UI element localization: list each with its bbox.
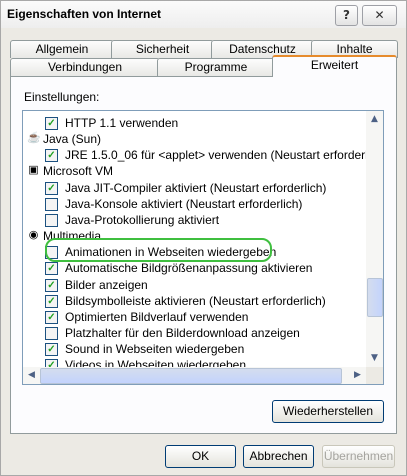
option-label: Platzhalter für den Bilderdownload anzei…	[65, 325, 300, 340]
checkbox-checked[interactable]: ✓	[45, 294, 58, 308]
help-button[interactable]: ?	[335, 5, 358, 26]
tab-erweitert[interactable]: Erweitert	[272, 55, 397, 77]
group-label: Microsoft VM	[43, 164, 114, 179]
settings-option[interactable]: Java-Protokollierung aktiviert	[23, 212, 363, 228]
checkbox-unchecked[interactable]	[45, 197, 58, 211]
settings-option[interactable]: ✓ Automatische Bildgrößenanpassung aktivi…	[23, 260, 363, 276]
settings-option[interactable]: Java-Konsole aktiviert (Neustart erforde…	[23, 196, 363, 212]
tab-allgemein[interactable]: Allgemein	[10, 40, 114, 58]
settings-option[interactable]: ✓ Java JIT-Compiler aktiviert (Neustart e…	[23, 180, 363, 196]
settings-option[interactable]: ✓ Sound in Webseiten wiedergeben	[23, 341, 363, 357]
internet-properties-window: Eigenschaften von Internet ? ✕ Allgemein…	[0, 0, 407, 476]
ok-button[interactable]: OK	[165, 445, 236, 468]
group-label: Java (Sun)	[43, 132, 102, 147]
checkbox-checked[interactable]: ✓	[45, 149, 58, 163]
cancel-button[interactable]: Abbrechen	[243, 445, 314, 468]
settings-option[interactable]: ✓ Optimierten Bildverlauf verwenden	[23, 309, 363, 325]
option-label: Java-Protokollierung aktiviert	[65, 212, 220, 227]
multimedia-icon: ◉	[28, 229, 39, 242]
settings-group: ☕ Java (Sun)	[23, 131, 363, 147]
settings-option[interactable]: ✓ HTTP 1.1 verwenden	[23, 115, 363, 131]
tab-programme[interactable]: Programme	[157, 58, 275, 76]
checkbox-checked[interactable]: ✓	[45, 343, 58, 357]
settings-option[interactable]: ✓ Bilder anzeigen	[23, 277, 363, 293]
restore-defaults-button[interactable]: Wiederherstellen	[272, 400, 384, 423]
option-label: Bildsymbolleiste aktivieren (Neustart er…	[65, 293, 326, 308]
option-label: JRE 1.5.0_06 für <applet> verwenden (Neu…	[65, 148, 384, 163]
checkbox-checked[interactable]: ✓	[45, 117, 58, 130]
option-label: Sound in Webseiten wiedergeben	[65, 342, 245, 357]
settings-option[interactable]: ✓ JRE 1.5.0_06 für <applet> verwenden (Ne…	[23, 147, 383, 163]
option-label: Bilder anzeigen	[65, 277, 148, 292]
scroll-thumb[interactable]	[367, 278, 383, 317]
checkbox-checked[interactable]: ✓	[45, 278, 58, 292]
vertical-scrollbar[interactable]: ▲ ▼	[366, 111, 383, 367]
highlight-annotation	[45, 238, 272, 262]
title-bar[interactable]: Eigenschaften von Internet ? ✕	[1, 1, 406, 28]
option-label: Optimierten Bildverlauf verwenden	[65, 309, 249, 324]
settings-option[interactable]: Platzhalter für den Bilderdownload anzei…	[23, 325, 363, 341]
checkbox-checked[interactable]: ✓	[45, 262, 58, 276]
option-label: Automatische Bildgrößenanpassung aktivie…	[65, 261, 313, 276]
checkbox-checked[interactable]: ✓	[45, 181, 58, 195]
window-title: Eigenschaften von Internet	[7, 7, 162, 21]
checkbox-checked[interactable]: ✓	[45, 310, 58, 324]
horizontal-scrollbar[interactable]: ◀ ▶	[23, 367, 366, 384]
checkbox-unchecked[interactable]	[45, 213, 58, 227]
horizontal-scroll-thumb[interactable]	[40, 368, 342, 384]
option-label: Java JIT-Compiler aktiviert (Neustart er…	[65, 180, 327, 195]
scroll-down-icon[interactable]: ▼	[366, 350, 383, 367]
scroll-right-icon[interactable]: ▶	[349, 367, 366, 384]
settings-option[interactable]: ✓ Bildsymbolleiste aktivieren (Neustart e…	[23, 293, 363, 309]
option-label: HTTP 1.1 verwenden	[65, 116, 179, 130]
tab-verbindungen[interactable]: Verbindungen	[10, 58, 160, 76]
settings-group: ▣ Microsoft VM	[23, 163, 363, 179]
java-icon: ☕	[27, 132, 41, 145]
apply-button[interactable]: Übernehmen	[322, 445, 395, 468]
checkbox-unchecked[interactable]	[45, 326, 58, 340]
scroll-up-icon[interactable]: ▲	[366, 111, 383, 128]
option-label: Java-Konsole aktiviert (Neustart erforde…	[65, 196, 303, 211]
close-button[interactable]: ✕	[362, 5, 397, 26]
settings-heading: Einstellungen:	[24, 90, 100, 104]
scrollbar-corner	[366, 367, 383, 384]
tab-sicherheit[interactable]: Sicherheit	[111, 40, 214, 58]
scroll-left-icon[interactable]: ◀	[23, 367, 40, 384]
microsoft-vm-icon: ▣	[28, 164, 39, 177]
